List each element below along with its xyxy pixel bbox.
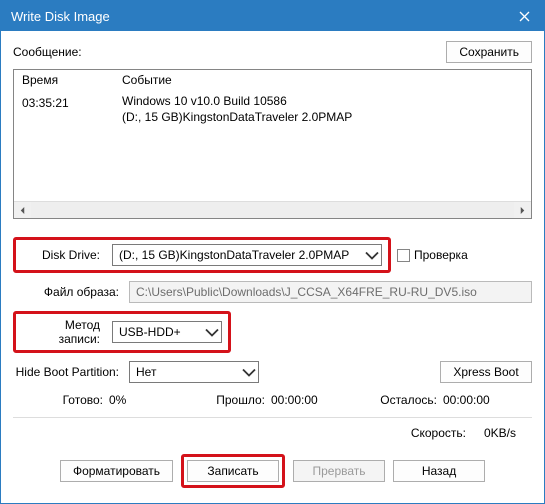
hide-boot-label: Hide Boot Partition: xyxy=(13,365,123,379)
chevron-right-icon xyxy=(519,207,526,214)
log-event-cell: Windows 10 v10.0 Build 10586 (D:, 15 GB)… xyxy=(114,90,531,201)
scroll-right-button[interactable] xyxy=(514,202,531,219)
log-header: Время Событие xyxy=(14,70,531,90)
window: Write Disk Image Сообщение: Сохранить Вр… xyxy=(0,0,545,504)
status-row: Готово: 0% Прошло: 00:00:00 Осталось: 00… xyxy=(13,391,532,409)
close-button[interactable] xyxy=(504,1,544,31)
check-checkbox[interactable]: Проверка xyxy=(397,248,468,262)
write-method-value: USB-HDD+ xyxy=(113,325,203,339)
log-col-event: Событие xyxy=(114,70,531,90)
disk-drive-value: (D:, 15 GB)KingstonDataTraveler 2.0PMAP xyxy=(113,248,363,262)
disk-drive-combo[interactable]: (D:, 15 GB)KingstonDataTraveler 2.0PMAP xyxy=(112,244,382,266)
remain-value: 00:00:00 xyxy=(443,393,490,407)
write-method-row: Метод записи: USB-HDD+ xyxy=(13,311,532,353)
content-area: Сообщение: Сохранить Время Событие 03:35… xyxy=(1,31,544,503)
chevron-down-icon xyxy=(240,368,258,377)
xpress-boot-button[interactable]: Xpress Boot xyxy=(440,361,532,383)
speed-label: Скорость: xyxy=(411,426,466,440)
write-button-highlight: Записать xyxy=(181,454,285,488)
abort-button: Прервать xyxy=(293,460,385,482)
titlebar: Write Disk Image xyxy=(1,1,544,31)
chevron-down-icon xyxy=(203,328,221,337)
message-row: Сообщение: Сохранить xyxy=(13,41,532,63)
write-method-label: Метод записи: xyxy=(22,318,104,346)
horizontal-scrollbar[interactable] xyxy=(14,201,531,218)
check-label: Проверка xyxy=(414,248,468,262)
chevron-left-icon xyxy=(19,207,26,214)
image-file-row: Файл образа: C:\Users\Public\Downloads\J… xyxy=(13,279,532,305)
hide-boot-value: Нет xyxy=(130,365,240,379)
window-title: Write Disk Image xyxy=(11,9,504,24)
elapsed-label: Прошло: xyxy=(165,393,265,407)
hide-boot-row: Hide Boot Partition: Нет Xpress Boot xyxy=(13,359,532,385)
scroll-left-button[interactable] xyxy=(14,202,31,219)
log-panel: Время Событие 03:35:21 Windows 10 v10.0 … xyxy=(13,69,532,219)
disk-drive-label: Disk Drive: xyxy=(22,248,104,262)
message-label: Сообщение: xyxy=(13,45,446,59)
write-method-combo[interactable]: USB-HDD+ xyxy=(112,321,222,343)
speed-value: 0KB/s xyxy=(484,426,516,440)
image-file-label: Файл образа: xyxy=(13,285,123,299)
disk-drive-row: Disk Drive: (D:, 15 GB)KingstonDataTrave… xyxy=(13,237,532,273)
write-button[interactable]: Записать xyxy=(187,460,279,482)
close-icon xyxy=(519,11,530,22)
image-file-field: C:\Users\Public\Downloads\J_CCSA_X64FRE_… xyxy=(129,281,532,303)
ready-value: 0% xyxy=(109,393,159,407)
disk-drive-highlight: Disk Drive: (D:, 15 GB)KingstonDataTrave… xyxy=(13,237,391,273)
format-button[interactable]: Форматировать xyxy=(60,460,173,482)
speed-row: Скорость: 0KB/s xyxy=(13,426,532,440)
write-method-highlight: Метод записи: USB-HDD+ xyxy=(13,311,231,353)
log-body: 03:35:21 Windows 10 v10.0 Build 10586 (D… xyxy=(14,90,531,201)
log-time-cell: 03:35:21 xyxy=(14,90,114,201)
remain-label: Осталось: xyxy=(347,393,437,407)
elapsed-value: 00:00:00 xyxy=(271,393,341,407)
ready-label: Готово: xyxy=(17,393,103,407)
bottom-buttons: Форматировать Записать Прервать Назад xyxy=(13,454,532,488)
checkbox-box xyxy=(397,249,410,262)
hide-boot-combo[interactable]: Нет xyxy=(129,361,259,383)
chevron-down-icon xyxy=(363,251,381,260)
save-button[interactable]: Сохранить xyxy=(446,41,532,63)
back-button[interactable]: Назад xyxy=(393,460,485,482)
scroll-track[interactable] xyxy=(31,202,514,218)
log-col-time: Время xyxy=(14,70,114,90)
